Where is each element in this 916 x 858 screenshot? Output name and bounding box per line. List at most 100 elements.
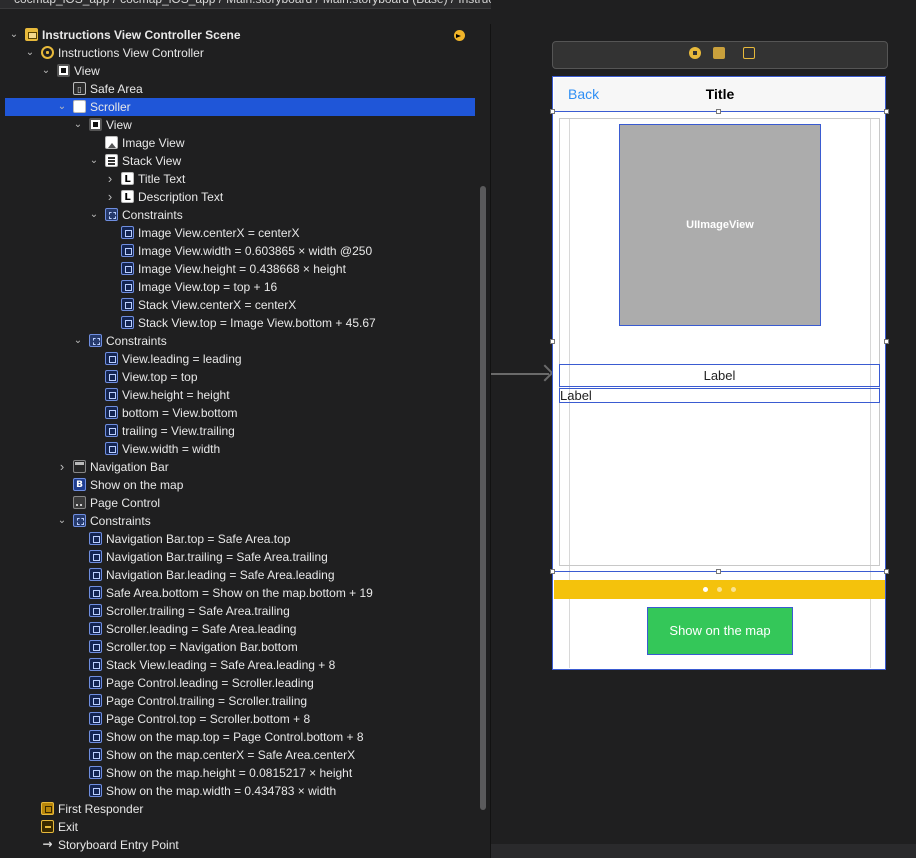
outline-row[interactable]: Page Control.leading = Scroller.leading (5, 674, 475, 692)
outline-row[interactable]: bottom = View.bottom (5, 404, 475, 422)
outline-row[interactable]: Safe Area.bottom = Show on the map.botto… (5, 584, 475, 602)
warning-icon[interactable] (454, 30, 465, 41)
outline-row[interactable]: Image View.top = top + 16 (5, 278, 475, 296)
outline-row[interactable]: Scroller.trailing = Safe Area.trailing (5, 602, 475, 620)
outline-row[interactable]: ⌄ Stack View (5, 152, 475, 170)
resize-handle[interactable] (550, 569, 555, 574)
outline-row[interactable]: › L Description Text (5, 188, 475, 206)
storyboard-entry-arrow-icon[interactable] (491, 373, 549, 375)
outline-row[interactable]: Show on the map.height = 0.0815217 × hei… (5, 764, 475, 782)
outline-row[interactable]: View.height = height (5, 386, 475, 404)
outline-row[interactable]: ▯ Safe Area (5, 80, 475, 98)
outline-row[interactable]: ⌄ Instructions View Controller (5, 44, 475, 62)
outline-row[interactable]: ⌄ Instructions View Controller Scene (5, 26, 475, 44)
canvas-bottom-bar (491, 844, 916, 858)
outline-row[interactable]: Stack View.centerX = centerX (5, 296, 475, 314)
outline-row[interactable]: B Show on the map (5, 476, 475, 494)
outline-row[interactable]: ⌄ Scroller (5, 98, 475, 116)
show-on-the-map-button[interactable]: Show on the map (647, 607, 793, 655)
chevron-right-icon[interactable]: › (57, 458, 67, 476)
constraint-icon (105, 424, 118, 437)
resize-handle[interactable] (884, 569, 889, 574)
outline-row[interactable]: Exit (5, 818, 475, 836)
chevron-down-icon[interactable]: ⌄ (73, 332, 83, 350)
outline-row[interactable]: › Navigation Bar (5, 458, 475, 476)
constraint-icon (121, 262, 134, 275)
outline-row[interactable]: Navigation Bar.top = Safe Area.top (5, 530, 475, 548)
outline-row[interactable]: Show on the map.centerX = Safe Area.cent… (5, 746, 475, 764)
outline-row-label: Storyboard Entry Point (58, 838, 179, 852)
chevron-down-icon[interactable]: ⌄ (89, 152, 99, 170)
outline-row-label: Page Control.top = Scroller.bottom + 8 (106, 712, 311, 726)
chevron-down-icon[interactable]: ⌄ (41, 62, 51, 80)
chevron-right-icon[interactable]: › (105, 188, 115, 206)
breadcrumb-item[interactable]: cocmap_iOS_app / (120, 0, 222, 6)
description-text-label[interactable]: Label (559, 388, 880, 403)
breadcrumb-item[interactable]: Main.storyboard (Base) / (323, 0, 454, 6)
outline-row[interactable]: Image View.width = 0.603865 × width @250 (5, 242, 475, 260)
breadcrumb-item[interactable]: Main.storyboard / (226, 0, 319, 6)
breadcrumb-item[interactable]: cocmap_iOS_app / (14, 0, 116, 6)
constraint-icon (105, 442, 118, 455)
chevron-down-icon[interactable]: ⌄ (57, 512, 67, 530)
outline-row[interactable]: ⌄ Constraints (5, 332, 475, 350)
outline-row[interactable]: Navigation Bar.trailing = Safe Area.trai… (5, 548, 475, 566)
title-text-label[interactable]: Label (559, 364, 880, 387)
first-responder-icon[interactable] (713, 47, 725, 59)
outline-row-label: Image View.top = top + 16 (138, 280, 278, 294)
outline-row[interactable]: First Responder (5, 800, 475, 818)
constraint-icon (121, 244, 134, 257)
outline-row[interactable]: Image View.centerX = centerX (5, 224, 475, 242)
chevron-down-icon[interactable]: ⌄ (25, 44, 35, 62)
outline-row[interactable]: → Storyboard Entry Point (5, 836, 475, 854)
outline-row[interactable]: Page Control.trailing = Scroller.trailin… (5, 692, 475, 710)
outline-row[interactable]: Stack View.leading = Safe Area.leading +… (5, 656, 475, 674)
exit-icon[interactable] (743, 47, 755, 59)
outline-row[interactable]: Stack View.top = Image View.bottom + 45.… (5, 314, 475, 332)
outline-row[interactable]: Page Control (5, 494, 475, 512)
resize-handle[interactable] (884, 339, 889, 344)
constraints-icon (105, 208, 118, 221)
back-button[interactable]: Back (568, 86, 599, 102)
outline-row[interactable]: Scroller.top = Navigation Bar.bottom (5, 638, 475, 656)
chevron-right-icon[interactable]: › (105, 170, 115, 188)
outline-row[interactable]: Scroller.leading = Safe Area.leading (5, 620, 475, 638)
chevron-down-icon[interactable]: ⌄ (57, 98, 67, 116)
outline-row[interactable]: Navigation Bar.leading = Safe Area.leadi… (5, 566, 475, 584)
outline-row[interactable]: › L Title Text (5, 170, 475, 188)
resize-handle[interactable] (884, 109, 889, 114)
outline-row[interactable]: ⌄ View (5, 62, 475, 80)
outline-row[interactable]: ⌄ Constraints (5, 206, 475, 224)
outline-row[interactable]: ⌄ Constraints (5, 512, 475, 530)
page-dot (717, 587, 722, 592)
outline-row[interactable]: View.width = width (5, 440, 475, 458)
resize-handle[interactable] (550, 109, 555, 114)
outline-row[interactable]: ⌄ View (5, 116, 475, 134)
outline-row[interactable]: View.leading = leading (5, 350, 475, 368)
chevron-down-icon[interactable]: ⌄ (73, 116, 83, 134)
resize-handle[interactable] (716, 109, 721, 114)
outline-row[interactable]: Page Control.top = Scroller.bottom + 8 (5, 710, 475, 728)
view-icon (89, 118, 102, 131)
outline-row[interactable]: Show on the map.top = Page Control.botto… (5, 728, 475, 746)
outline-row[interactable]: Image View (5, 134, 475, 152)
outline-row[interactable]: trailing = View.trailing (5, 422, 475, 440)
outline-row-label: Page Control (90, 496, 161, 510)
outline-scrollbar[interactable] (480, 186, 486, 810)
outline-row-label: Constraints (90, 514, 151, 528)
outline-row-label: View (74, 64, 100, 78)
image-view[interactable]: UIImageView (619, 124, 821, 326)
outline-row[interactable]: Show on the map.width = 0.434783 × width (5, 782, 475, 800)
chevron-down-icon[interactable]: ⌄ (9, 26, 19, 44)
outline-row-label: View.leading = leading (122, 352, 242, 366)
resize-handle[interactable] (550, 339, 555, 344)
exit-icon (41, 820, 54, 833)
resize-handle[interactable] (716, 569, 721, 574)
outline-row[interactable]: View.top = top (5, 368, 475, 386)
entry-point-arrow-icon: → (42, 837, 53, 851)
safe-area-icon: ▯ (73, 82, 86, 95)
view-controller-icon[interactable] (689, 47, 701, 59)
outline-row[interactable]: Image View.height = 0.438668 × height (5, 260, 475, 278)
constraint-icon (89, 532, 102, 545)
chevron-down-icon[interactable]: ⌄ (89, 206, 99, 224)
